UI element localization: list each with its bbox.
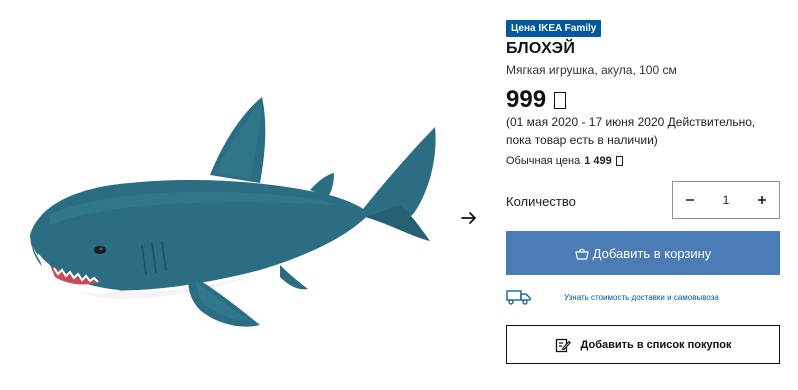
quantity-value[interactable]: 1 <box>711 193 741 207</box>
product-image[interactable] <box>10 85 450 345</box>
product-description: Мягкая игрушка, акула, 100 см <box>506 63 677 77</box>
plus-icon <box>758 196 766 204</box>
quantity-label: Количество <box>506 194 576 209</box>
family-price-badge: Цена IKEA Family <box>506 20 602 37</box>
quantity-stepper: 1 <box>672 181 780 219</box>
regular-price: Обычная цена 1 499 ₽ <box>506 155 623 167</box>
add-to-shopping-list-button[interactable]: Добавить в список покупок <box>506 325 780 364</box>
shopping-bag-icon <box>575 247 589 260</box>
price-validity-text: (01 мая 2020 - 17 июня 2020 Действительн… <box>506 115 756 147</box>
regular-price-label: Обычная цена <box>506 155 581 167</box>
add-to-cart-label: Добавить в корзину <box>592 245 712 261</box>
next-image-arrow-icon[interactable] <box>458 207 480 229</box>
minus-icon <box>686 199 694 201</box>
product-image-area <box>0 0 490 390</box>
delivery-info-row: Узнать стоимость доставки и самовывоза <box>506 287 719 307</box>
currency-symbol: ₽ <box>554 91 567 109</box>
product-name: БЛОХЭЙ <box>506 40 576 57</box>
add-to-shopping-list-label: Добавить в список покупок <box>580 338 732 351</box>
product-price: 999 <box>506 86 547 113</box>
product-info-panel: Цена IKEA Family БЛОХЭЙ Мягкая игрушка, … <box>506 0 782 390</box>
quantity-decrement-button[interactable] <box>673 182 707 218</box>
price-row: 999 ₽ <box>506 85 567 115</box>
delivery-truck-icon <box>506 289 532 305</box>
add-to-cart-button[interactable]: Добавить в корзину <box>506 231 780 275</box>
quantity-increment-button[interactable] <box>745 182 779 218</box>
regular-price-value: 1 499 <box>584 155 612 167</box>
delivery-cost-link[interactable]: Узнать стоимость доставки и самовывоза <box>564 293 719 302</box>
edit-list-icon <box>555 337 571 353</box>
regular-price-currency-symbol: ₽ <box>615 156 623 166</box>
